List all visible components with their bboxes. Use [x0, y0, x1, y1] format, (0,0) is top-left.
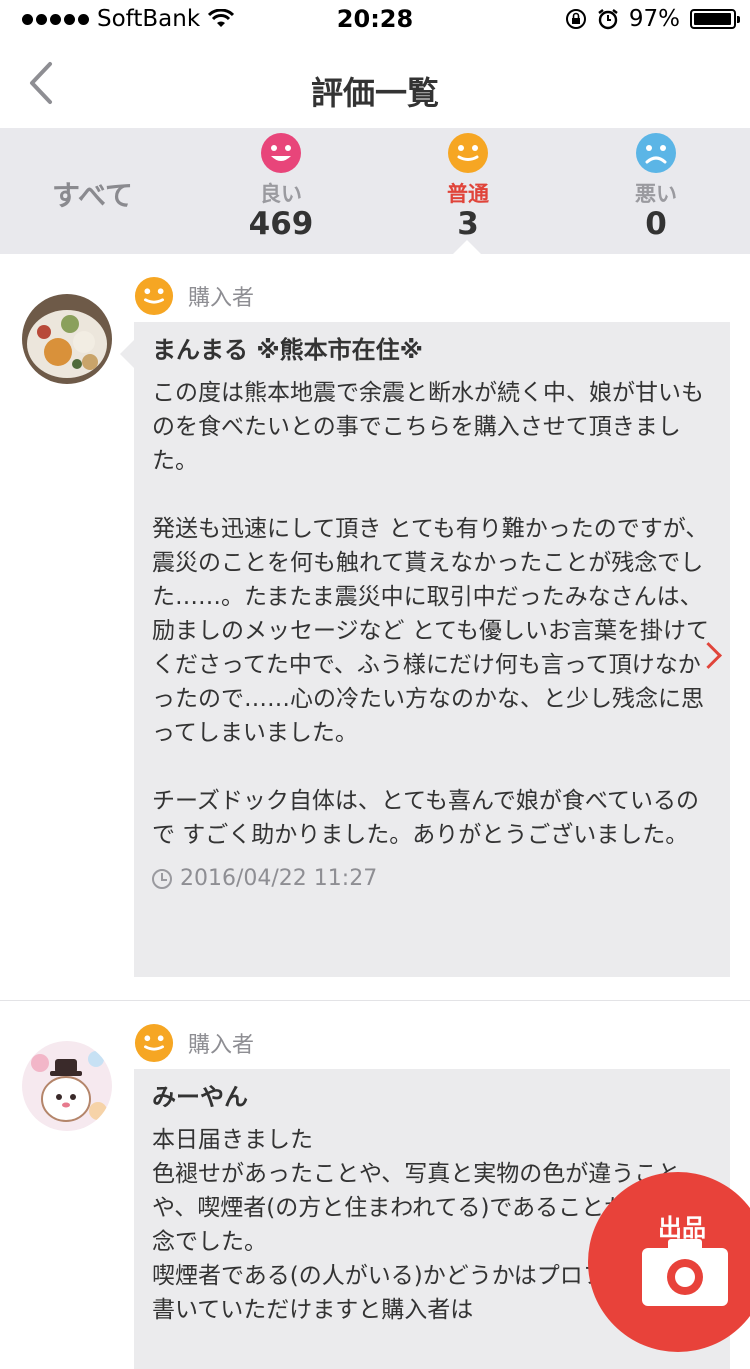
neutral-face-icon — [448, 133, 488, 173]
reviewer-name[interactable]: まんまる ※熊本市在住※ — [152, 332, 712, 368]
avatar[interactable] — [22, 1041, 112, 1131]
food-photo-icon — [22, 294, 112, 384]
role-label: 購入者 — [188, 286, 255, 311]
avatar[interactable] — [22, 294, 112, 384]
review-date-text: 2016/04/22 11:27 — [180, 866, 378, 891]
tab-normal-label: 普通 — [447, 182, 489, 206]
tab-good[interactable]: 良い 469 — [221, 132, 341, 242]
camera-icon — [642, 1239, 728, 1306]
status-indicators: 97% — [565, 6, 740, 32]
divider — [0, 1000, 750, 1001]
rating-tabs: すべて 良い 469 普通 3 悪い 0 — [0, 128, 750, 254]
battery-percent: 97% — [628, 6, 680, 32]
reviewer-role: 購入者 — [134, 276, 254, 316]
sell-button-label: 出品 — [658, 1214, 706, 1242]
review-date: 2016/04/22 11:27 — [152, 866, 712, 891]
neutral-face-icon — [134, 1023, 174, 1063]
tab-all[interactable]: すべて — [52, 174, 133, 214]
status-bar: SoftBank 20:28 97% — [0, 0, 750, 40]
review-text: この度は熊本地震で余震と断水が続く中、娘が甘いものを食べたいとの事でこちらを購入… — [152, 380, 710, 848]
neutral-face-icon — [134, 276, 174, 316]
tab-good-label: 良い — [260, 182, 302, 206]
orientation-lock-icon — [565, 9, 586, 29]
battery-level — [694, 13, 731, 25]
nav-bar: 評価一覧 — [0, 40, 750, 128]
alarm-icon — [598, 9, 618, 30]
reviewer-name[interactable]: みーやん — [152, 1079, 712, 1115]
reviewer-role: 購入者 — [134, 1023, 254, 1063]
tab-good-count: 469 — [248, 206, 314, 242]
active-tab-indicator — [453, 240, 481, 254]
character-avatar-icon — [22, 1041, 112, 1131]
tab-bad-label: 悪い — [635, 182, 677, 206]
page-title: 評価一覧 — [310, 74, 439, 112]
tab-bad-count: 0 — [645, 206, 667, 242]
smile-face-icon — [261, 133, 301, 173]
role-label: 購入者 — [188, 1033, 255, 1058]
clock-icon — [152, 868, 172, 889]
review-bubble: まんまる ※熊本市在住※ この度は熊本地震で余震と断水が続く中、娘が甘いものを食… — [120, 322, 730, 977]
battery-icon — [690, 9, 740, 29]
tab-normal[interactable]: 普通 3 — [408, 132, 528, 242]
tab-bad[interactable]: 悪い 0 — [596, 132, 716, 242]
sad-face-icon — [636, 133, 676, 173]
tab-normal-count: 3 — [457, 206, 479, 242]
